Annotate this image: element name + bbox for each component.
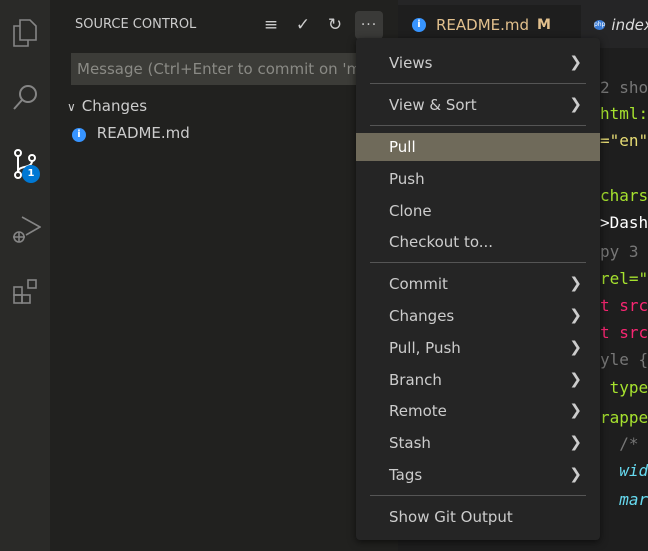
code-editor[interactable]: 2 sho html: ="en" chars >Dash py 3 rel="… xyxy=(600,70,648,540)
tab-index-php[interactable]: php index.php xyxy=(594,5,648,45)
search-icon xyxy=(13,85,37,110)
modified-badge: M xyxy=(537,17,551,33)
badge: 1 xyxy=(22,165,40,183)
menu-item-label: Branch xyxy=(389,371,442,389)
run-debug-icon xyxy=(13,216,41,243)
tab-label: README.md xyxy=(436,16,530,34)
file-name: README.md xyxy=(96,124,190,142)
code-line: ="en" xyxy=(600,131,648,150)
code-line: rel=" xyxy=(600,269,648,288)
code-line: 2 sho xyxy=(600,78,648,97)
code-line: >Dash xyxy=(600,213,648,232)
menu-item-label: Tags xyxy=(389,466,423,484)
chevron-right-icon: ❯ xyxy=(569,338,582,356)
menu-item-pull-push[interactable]: Pull, Push ❯ xyxy=(356,334,600,362)
menu-item-label: Views xyxy=(389,54,433,72)
code-line: rappe xyxy=(600,408,648,427)
menu-item-checkout-to[interactable]: Checkout to... xyxy=(356,228,600,256)
menu-separator xyxy=(370,125,586,126)
code-line: py 3 xyxy=(600,242,639,261)
code-line: mar xyxy=(600,490,648,509)
chevron-right-icon: ❯ xyxy=(569,95,582,113)
explorer-button[interactable] xyxy=(0,9,50,57)
menu-item-label: View & Sort xyxy=(389,96,477,114)
menu-item-label: Changes xyxy=(389,307,455,325)
menu-separator xyxy=(370,495,586,496)
more-actions-menu: Views ❯ View & Sort ❯ Pull Push Clone Checkout … xyxy=(356,38,600,540)
menu-item-label: Show Git Output xyxy=(389,508,513,526)
menu-item-commit[interactable]: Commit ❯ xyxy=(356,270,600,298)
menu-item-label: Pull, Push xyxy=(389,339,461,357)
menu-item-pull[interactable]: Pull xyxy=(356,133,600,161)
tab-label: index.php xyxy=(611,16,648,34)
refresh-button[interactable]: ↻ xyxy=(322,12,348,38)
menu-item-remote[interactable]: Remote ❯ xyxy=(356,397,600,425)
menu-item-tags[interactable]: Tags ❯ xyxy=(356,461,600,489)
commit-button[interactable]: ✓ xyxy=(290,12,316,38)
info-icon: i xyxy=(412,18,426,32)
menu-item-label: Checkout to... xyxy=(389,233,494,251)
php-icon: php xyxy=(594,20,606,30)
menu-item-label: Pull xyxy=(389,138,416,156)
chevron-right-icon: ❯ xyxy=(569,274,582,292)
extensions-icon xyxy=(13,279,37,304)
menu-item-label: Stash xyxy=(389,434,431,452)
source-control-button[interactable]: 1 xyxy=(0,140,50,188)
source-control-panel: SOURCE CONTROL ≡ ✓ ↻ ··· Message (Ctrl+E… xyxy=(50,0,398,551)
ellipsis-icon: ··· xyxy=(360,17,378,33)
chevron-right-icon: ❯ xyxy=(569,433,582,451)
chevron-right-icon: ❯ xyxy=(569,370,582,388)
chevron-right-icon: ❯ xyxy=(569,465,582,483)
code-line: html: xyxy=(600,104,648,123)
menu-separator xyxy=(370,83,586,84)
refresh-icon: ↻ xyxy=(327,15,343,35)
run-debug-button[interactable] xyxy=(0,205,50,253)
files-icon xyxy=(13,19,37,47)
more-actions-button[interactable]: ··· xyxy=(355,11,383,39)
info-icon: i xyxy=(72,128,86,142)
code-line: type xyxy=(600,378,648,397)
menu-item-stash[interactable]: Stash ❯ xyxy=(356,429,600,457)
menu-item-label: Remote xyxy=(389,402,447,420)
menu-item-views[interactable]: Views ❯ xyxy=(356,49,600,77)
changes-label: Changes xyxy=(81,97,148,115)
code-line: yle { xyxy=(600,350,648,369)
menu-item-show-git-output[interactable]: Show Git Output xyxy=(356,503,600,531)
menu-item-push[interactable]: Push xyxy=(356,165,600,193)
menu-item-clone[interactable]: Clone xyxy=(356,197,600,225)
activity-bar: 1 xyxy=(0,0,50,551)
extensions-button[interactable] xyxy=(0,268,50,316)
chevron-right-icon: ❯ xyxy=(569,401,582,419)
file-item[interactable]: i README.md xyxy=(72,124,190,142)
changes-group[interactable]: ∨ Changes xyxy=(67,97,147,115)
menu-item-view-sort[interactable]: View & Sort ❯ xyxy=(356,91,600,119)
code-line: wid xyxy=(600,461,648,480)
view-as-tree-button[interactable]: ≡ xyxy=(258,12,284,38)
chevron-right-icon: ❯ xyxy=(569,306,582,324)
list-tree-icon: ≡ xyxy=(263,15,279,35)
menu-item-label: Clone xyxy=(389,202,432,220)
code-line: t src xyxy=(600,296,648,315)
code-line: t src xyxy=(600,323,648,342)
menu-item-branch[interactable]: Branch ❯ xyxy=(356,366,600,394)
menu-item-changes[interactable]: Changes ❯ xyxy=(356,302,600,330)
chevron-right-icon: ❯ xyxy=(569,53,582,71)
menu-separator xyxy=(370,262,586,263)
panel-title: SOURCE CONTROL xyxy=(75,17,197,32)
menu-item-label: Push xyxy=(389,170,425,188)
code-line: /* xyxy=(600,434,639,453)
check-icon: ✓ xyxy=(295,15,311,35)
search-button[interactable] xyxy=(0,73,50,121)
code-line: chars xyxy=(600,186,648,205)
commit-message-input[interactable]: Message (Ctrl+Enter to commit on 'main') xyxy=(71,53,371,85)
menu-item-label: Commit xyxy=(389,275,448,293)
chevron-down-icon: ∨ xyxy=(67,100,76,114)
